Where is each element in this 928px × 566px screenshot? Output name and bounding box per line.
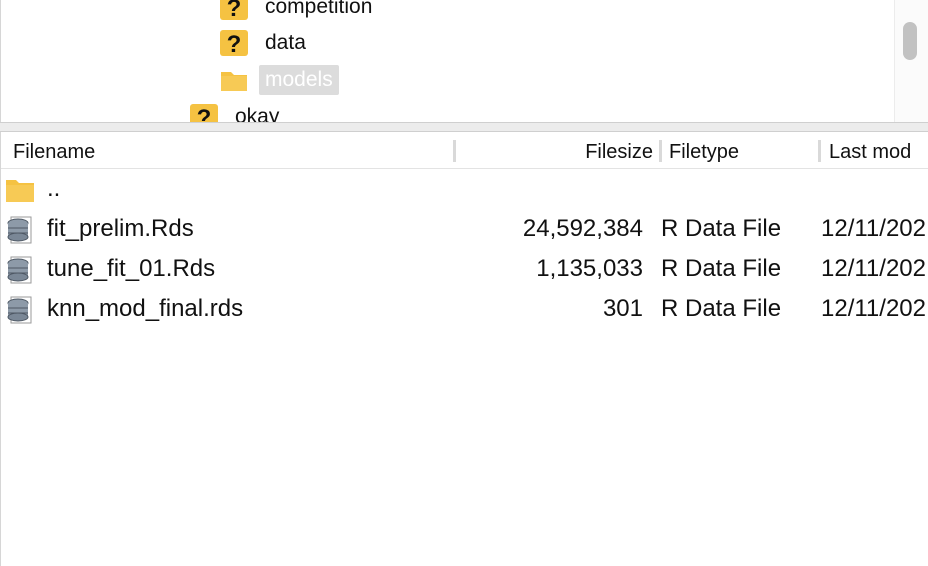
file-size: 24,592,384 xyxy=(522,215,643,242)
file-type: R Data File xyxy=(661,215,782,242)
file-name: tune_fit_01.Rds xyxy=(47,255,216,282)
file-size: 301 xyxy=(602,295,643,322)
column-header-filetype[interactable]: Filetype xyxy=(669,132,739,168)
file-last-modified: 12/11/202 xyxy=(821,255,925,282)
column-divider[interactable] xyxy=(659,140,662,162)
unknown-folder-icon: ? xyxy=(190,104,218,122)
r-data-file-icon xyxy=(7,216,32,244)
file-type: R Data File xyxy=(661,295,782,322)
tree-item-label: models xyxy=(259,65,339,95)
file-type: R Data File xyxy=(661,255,782,282)
column-header-filesize[interactable]: Filesize xyxy=(471,132,653,168)
file-row[interactable]: fit_prelim.Rds 24,592,384 R Data File 12… xyxy=(1,209,928,249)
r-data-file-icon xyxy=(7,296,32,324)
tree-item-data[interactable]: ? data xyxy=(219,28,312,58)
column-header-row: Filename Filesize Filetype Last mod xyxy=(1,132,928,169)
parent-directory-row[interactable]: .. xyxy=(1,169,928,209)
column-header-last-modified[interactable]: Last mod xyxy=(829,132,911,168)
r-data-file-icon xyxy=(7,256,32,284)
tree-item-label: competition xyxy=(265,0,373,18)
tree-scrollbar[interactable] xyxy=(894,0,928,122)
svg-text:?: ? xyxy=(197,105,212,122)
svg-text:?: ? xyxy=(227,31,242,58)
file-row[interactable]: knn_mod_final.rds 301 R Data File 12/11/… xyxy=(1,289,928,329)
tree-item-competition[interactable]: ? competition xyxy=(219,0,378,22)
file-name: .. xyxy=(47,175,61,202)
file-row[interactable]: tune_fit_01.Rds 1,135,033 R Data File 12… xyxy=(1,249,928,289)
file-list[interactable]: Filename Filesize Filetype Last mod .. f… xyxy=(0,132,928,566)
file-name: knn_mod_final.rds xyxy=(47,295,244,322)
directory-tree[interactable]: ? competition ? data models ? okay xyxy=(0,0,928,122)
folder-icon xyxy=(221,72,247,91)
tree-item-label: data xyxy=(265,31,306,54)
scroll-thumb[interactable] xyxy=(903,22,917,60)
column-divider[interactable] xyxy=(453,140,456,162)
column-header-filename[interactable]: Filename xyxy=(13,132,95,168)
column-divider[interactable] xyxy=(818,140,821,162)
tree-item-label: okay xyxy=(235,105,280,122)
file-last-modified: 12/11/202 xyxy=(821,295,925,322)
pane-splitter[interactable] xyxy=(0,122,928,132)
tree-item-models[interactable]: models xyxy=(219,65,339,95)
unknown-folder-icon: ? xyxy=(220,0,248,22)
unknown-folder-icon: ? xyxy=(220,30,248,58)
file-name: fit_prelim.Rds xyxy=(47,215,194,242)
svg-text:?: ? xyxy=(227,0,242,22)
file-size: 1,135,033 xyxy=(536,255,643,282)
tree-item-okay[interactable]: ? okay xyxy=(189,102,285,122)
folder-icon xyxy=(6,180,34,202)
file-last-modified: 12/11/202 xyxy=(821,215,925,242)
